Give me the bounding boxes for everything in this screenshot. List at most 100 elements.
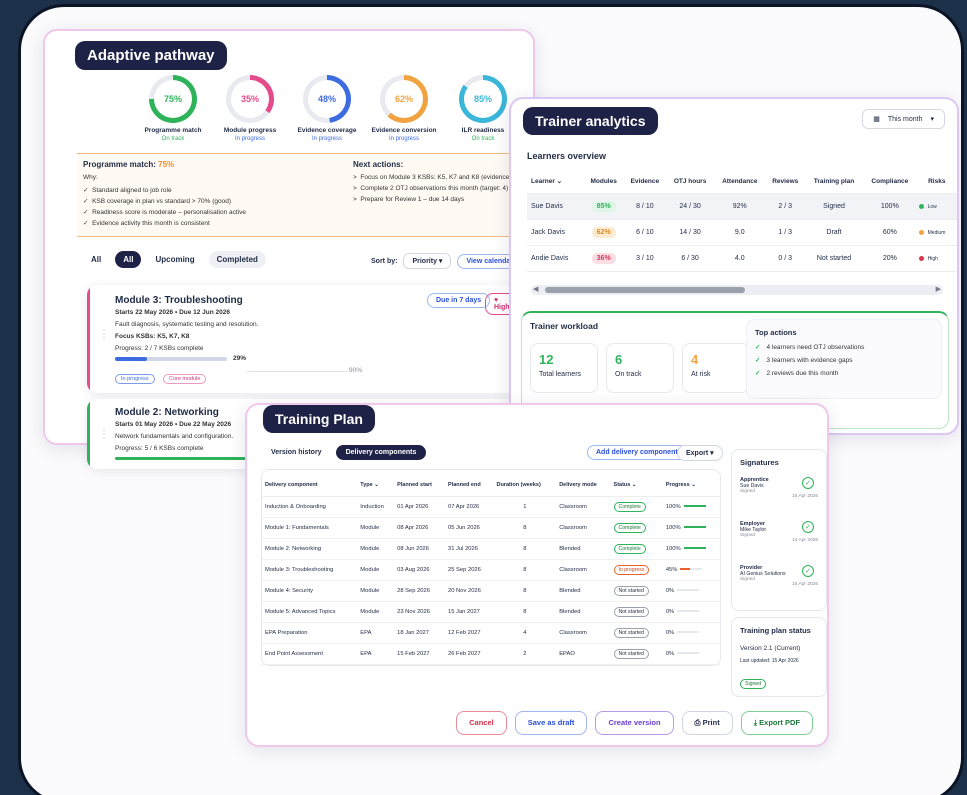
check-icon: ✓ [83, 198, 89, 205]
column-header: Evidence [623, 169, 667, 194]
metric-ring: 35% [226, 75, 274, 123]
arrow-icon: > [353, 185, 357, 192]
table-row[interactable]: End Point Assessment EPA 15 Feb 2027 26 … [262, 643, 720, 665]
last-updated: Last updated: 15 Apr 2026 [740, 658, 799, 664]
check-circle-icon: ✓ [802, 565, 814, 577]
progress-bar [683, 526, 706, 529]
training-plan-panel: Training Plan Version history Delivery c… [245, 403, 829, 747]
arrow-icon: > [353, 196, 357, 203]
sort-label: Sort by: [371, 257, 398, 265]
table-row[interactable]: Module 2: Networking Module 08 Jun 2026 … [262, 538, 720, 560]
table-row[interactable]: Module 1: Fundamentals Module 08 Apr 202… [262, 517, 720, 539]
progress-bar [680, 568, 703, 571]
export-pdf-button[interactable]: ⤓ Export PDF [740, 711, 813, 735]
drag-handle-icon[interactable]: ⋮ [99, 329, 109, 340]
save-draft-button[interactable]: Save as draft [514, 711, 588, 735]
tab-all[interactable]: All [115, 251, 142, 268]
risk-dot-icon [918, 203, 924, 209]
column-header: Modules [583, 169, 624, 194]
signature-entry: Provider AI Genius Solutions Signed 15 A… [740, 565, 818, 587]
module-dates: Starts 01 May 2026 • Due 22 May 2026 [115, 421, 232, 428]
why-item: ✓ KSB coverage in plan vs standard > 70%… [83, 198, 232, 205]
adaptive-pathway-panel: Adaptive pathway 75% Programme match On tr… [43, 29, 553, 469]
ring-value: 35% [240, 94, 259, 104]
table-row[interactable]: Module 3: Troubleshooting Module 03 Aug … [262, 559, 720, 581]
programme-match-label: Programme match: [83, 160, 156, 169]
progress-bar [683, 505, 706, 508]
showcase-frame: Adaptive pathway 75% Programme match On tr… [18, 4, 964, 795]
table-row[interactable]: Jack Davis 62% 6 / 10 14 / 30 9.0 1 / 3 … [527, 219, 957, 246]
top-action-item: ✓ 4 learners need OTJ observations [755, 344, 865, 351]
secondary-pct: 90% [349, 367, 363, 374]
status-title: Training plan status [740, 626, 811, 635]
tab-completed[interactable]: Completed [208, 251, 266, 268]
module-title: Module 3: Troubleshooting [115, 295, 243, 306]
column-header: Compliance [863, 169, 917, 194]
tab-delivery-components[interactable]: Delivery components [335, 445, 427, 460]
scroll-right-icon[interactable]: ▶ [936, 285, 941, 293]
heart-icon: ♥ [494, 297, 499, 304]
signatures-title: Signatures [740, 458, 779, 467]
modules-badge: 85% [591, 201, 616, 212]
next-action-item: > Prepare for Review 1 – due 14 days [353, 196, 465, 203]
column-header: Delivery mode [556, 470, 611, 497]
signed-badge: Signed [740, 679, 767, 689]
scrollbar-thumb[interactable] [545, 287, 745, 293]
print-button[interactable]: ⎙ Print [681, 711, 733, 735]
column-header: Status ⌄ [610, 470, 663, 497]
column-header: Duration (weeks) [493, 470, 557, 497]
tab-version-history[interactable]: Version history [261, 445, 332, 460]
tab-all-plain[interactable]: All [83, 251, 109, 268]
table-row[interactable]: Sue Davis 85% 8 / 10 24 / 30 92% 2 / 3 S… [527, 193, 957, 220]
table-row[interactable]: Induction & Onboarding Induction 01 Apr … [262, 496, 720, 518]
module-card-troubleshooting[interactable]: ⋮ Module 3: Troubleshooting Starts 22 Ma… [87, 285, 519, 393]
modules-badge: 36% [591, 253, 616, 264]
chevron-down-icon: ⌄ [691, 482, 696, 488]
column-header: Training plan [804, 169, 864, 194]
calendar-icon: ▦ [873, 116, 880, 123]
check-icon: ✓ [755, 357, 761, 364]
stat-at-risk: 4 At risk [682, 343, 750, 393]
drag-handle-icon[interactable]: ⋮ [99, 429, 109, 440]
metric-ring: 48% [303, 75, 351, 123]
ring-value: 48% [317, 94, 336, 104]
add-delivery-component-button[interactable]: Add delivery component [587, 445, 687, 460]
status-badge: Complete [613, 502, 646, 512]
status-badge: In progress [613, 565, 650, 575]
cancel-button[interactable]: Cancel [456, 711, 507, 735]
scroll-left-icon[interactable]: ◀ [533, 285, 538, 293]
ring-value: 85% [473, 94, 492, 104]
horizontal-scrollbar[interactable]: ◀ ▶ [531, 285, 943, 295]
progress-bar [677, 631, 700, 634]
module-progress-bar [115, 357, 227, 361]
panel-title: Trainer analytics [523, 107, 658, 135]
period-select[interactable]: ▦ This month ▾ [862, 109, 945, 129]
panel-title: Training Plan [263, 405, 375, 433]
signatures-panel: Signatures Apprentice Sue Davis Signed 1… [731, 449, 827, 611]
ring-label: Evidence conversion In progress [371, 127, 437, 142]
table-row[interactable]: Module 4: Security Module 28 Sep 2026 20… [262, 580, 720, 602]
column-header[interactable]: Learner ⌄ [527, 169, 584, 194]
table-row[interactable]: EPA Preparation EPA 18 Jan 2027 12 Feb 2… [262, 622, 720, 644]
next-action-item: > Focus on Module 3 KSBs: K5, K7 and K8 … [353, 174, 525, 181]
column-header: Type ⌄ [357, 470, 395, 497]
why-item: ✓ Readiness score is moderate – personal… [83, 209, 246, 216]
metric-ring: 62% [380, 75, 428, 123]
arrow-icon: > [353, 174, 357, 181]
check-icon: ✓ [755, 370, 761, 377]
ring-value: 75% [163, 94, 182, 104]
tab-upcoming[interactable]: Upcoming [147, 251, 202, 268]
why-item: ✓ Evidence activity this month is consis… [83, 220, 210, 227]
column-header: Planned start [394, 470, 445, 497]
create-version-button[interactable]: Create version [595, 711, 674, 735]
progress-bar [677, 610, 700, 613]
status-badge: Complete [613, 544, 646, 554]
table-row[interactable]: Module 5: Advanced Topics Module 23 Nov … [262, 601, 720, 623]
stat-on-track: 6 On track [606, 343, 674, 393]
check-icon: ✓ [83, 220, 89, 227]
plan-tabs: Version history Delivery components [261, 445, 427, 460]
sort-select[interactable]: Priority ▾ [403, 253, 452, 269]
chevron-down-icon: ▾ [930, 116, 934, 123]
export-dropdown[interactable]: Export ▾ [677, 445, 723, 461]
table-row[interactable]: Andie Davis 36% 3 / 10 6 / 30 4.0 0 / 3 … [527, 245, 957, 272]
